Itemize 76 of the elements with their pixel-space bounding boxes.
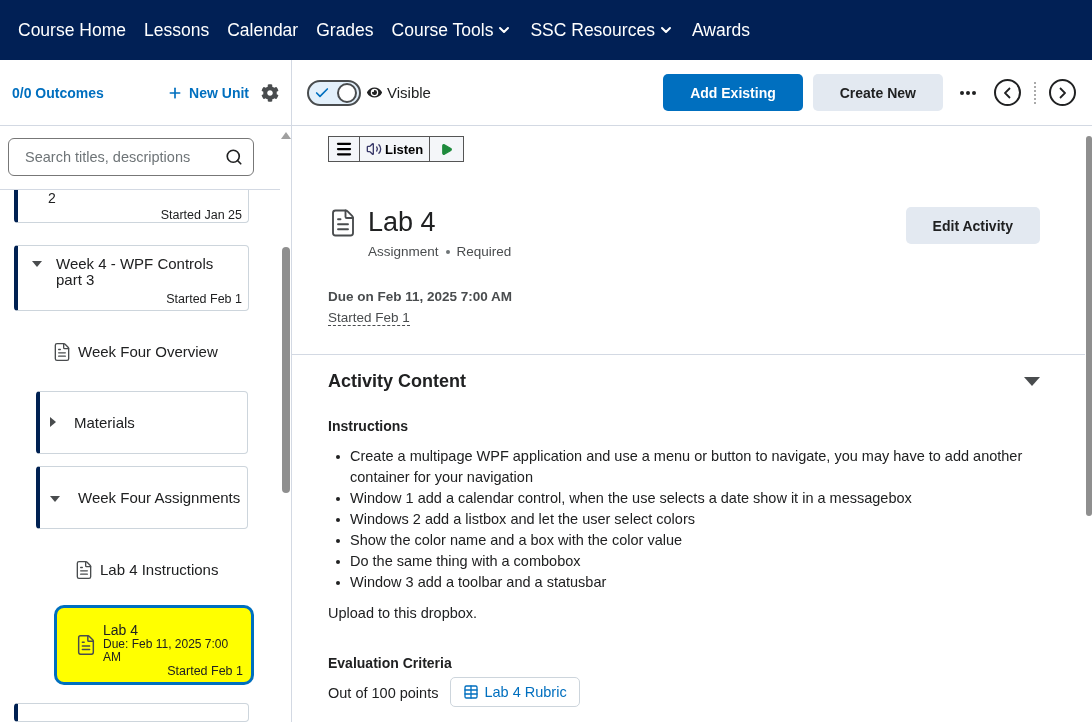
upload-note: Upload to this dropbox. bbox=[328, 605, 479, 621]
nav-link[interactable]: Course Tools bbox=[391, 19, 513, 41]
assignment-icon bbox=[75, 633, 97, 656]
collapse-button[interactable] bbox=[1024, 377, 1040, 386]
caret-icon[interactable] bbox=[50, 496, 60, 503]
bullet-icon bbox=[336, 455, 340, 459]
visibility-toggle[interactable] bbox=[307, 79, 361, 106]
bullet-icon bbox=[336, 539, 340, 543]
create-new-button[interactable]: Create New bbox=[812, 74, 943, 111]
new-unit-button[interactable]: New Unit bbox=[167, 84, 249, 101]
instruction-item: Windows 2 add a listbox and let the user select colors bbox=[350, 510, 695, 529]
document-icon bbox=[52, 341, 72, 362]
module-title: Materials bbox=[74, 413, 135, 431]
due-date: Due: Feb 11, 2025 7:00 AM bbox=[103, 637, 230, 664]
nav-link[interactable]: Grades bbox=[316, 19, 374, 41]
menu-icon bbox=[335, 140, 353, 158]
settings-button[interactable] bbox=[261, 83, 279, 102]
nav-link[interactable]: Lessons bbox=[143, 19, 210, 41]
play-icon bbox=[440, 142, 454, 156]
topic-item[interactable]: Lab 4 Instructions bbox=[74, 542, 280, 597]
edit-activity-button[interactable]: Edit Activity bbox=[905, 207, 1040, 244]
chevron-left-icon bbox=[1004, 86, 1011, 99]
required-label: Required bbox=[456, 244, 512, 259]
visibility-label: Visible bbox=[387, 84, 431, 101]
add-existing-button[interactable]: Add Existing bbox=[663, 74, 803, 111]
caret-icon[interactable] bbox=[50, 417, 56, 428]
instruction-item: Create a multipage WPF application and use a menu or button to navigate, you may have to add another container for your navigation bbox=[350, 447, 1024, 487]
nav-link[interactable]: Course Home bbox=[18, 19, 126, 41]
nav-link[interactable]: SSC Resources bbox=[530, 19, 674, 41]
section-heading: Activity Content bbox=[328, 371, 466, 392]
next-button[interactable] bbox=[1049, 79, 1076, 106]
module-card[interactable]: Materials bbox=[36, 390, 248, 454]
unit-title: 2 bbox=[48, 190, 57, 206]
previous-button[interactable] bbox=[994, 79, 1021, 106]
document-icon bbox=[74, 559, 94, 580]
speaker-icon bbox=[366, 141, 382, 157]
topic-item[interactable]: Week Four Overview bbox=[52, 324, 280, 379]
bullet-icon bbox=[336, 518, 340, 522]
points-text: Out of 100 points bbox=[328, 685, 439, 701]
more-button[interactable] bbox=[960, 90, 976, 95]
bullet-icon bbox=[336, 497, 340, 501]
start-date: Started Feb 1 bbox=[167, 663, 243, 678]
instruction-item: Show the color name and a box with the color value bbox=[350, 531, 683, 550]
unit-card[interactable]: Week 4 - WPF Controls part 3 Started Feb 1 bbox=[14, 244, 249, 311]
more-icon bbox=[960, 90, 976, 95]
due-date: Due on Feb 11, 2025 7:00 AM bbox=[328, 289, 514, 304]
search-icon bbox=[225, 148, 243, 166]
instruction-item: Window 1 add a calendar control, when the use selects a date show it in a messagebox bbox=[350, 489, 912, 508]
search-field[interactable]: Search titles, descriptions bbox=[8, 138, 254, 176]
bullet-icon bbox=[336, 581, 340, 585]
rubric-button[interactable]: Lab 4 Rubric bbox=[450, 677, 580, 707]
module-card[interactable]: Week Four Assignments bbox=[36, 465, 248, 529]
assignment-title: Lab 4 bbox=[103, 621, 140, 638]
start-date: Started Feb 1 bbox=[328, 310, 410, 326]
instruction-item: Do the same thing with a combobox bbox=[350, 552, 581, 571]
nav-link[interactable]: Awards bbox=[691, 19, 750, 41]
bullet-icon bbox=[336, 560, 340, 564]
instructions-heading: Instructions bbox=[328, 418, 410, 434]
evaluation-heading: Evaluation Criteria bbox=[328, 655, 453, 671]
instruction-item: Window 3 add a toolbar and a statusbar bbox=[350, 573, 607, 592]
activity-title: Lab 4 bbox=[368, 207, 436, 238]
table-icon bbox=[463, 684, 480, 700]
module-title: Week Four Assignments bbox=[78, 488, 241, 506]
gear-icon bbox=[261, 83, 279, 102]
assignment-item[interactable]: Lab 4 Due: Feb 11, 2025 7:00 AM Started Feb 1 bbox=[54, 604, 254, 685]
start-date: Started Feb 1 bbox=[166, 291, 242, 306]
scroll-up-icon[interactable] bbox=[280, 132, 291, 139]
start-date: Started Jan 25 bbox=[160, 207, 242, 222]
chevron-right-icon bbox=[1059, 86, 1066, 99]
unit-card[interactable]: 2 Started Jan 25 bbox=[14, 190, 249, 223]
nav-link[interactable]: Calendar bbox=[227, 19, 299, 41]
eye-icon bbox=[367, 85, 382, 100]
unit-title: Week 4 - WPF Controls part 3 bbox=[56, 255, 215, 288]
outcomes-link[interactable]: 0/0 Outcomes bbox=[12, 84, 104, 101]
activity-type: Assignment bbox=[368, 244, 439, 259]
caret-icon[interactable] bbox=[32, 260, 42, 267]
